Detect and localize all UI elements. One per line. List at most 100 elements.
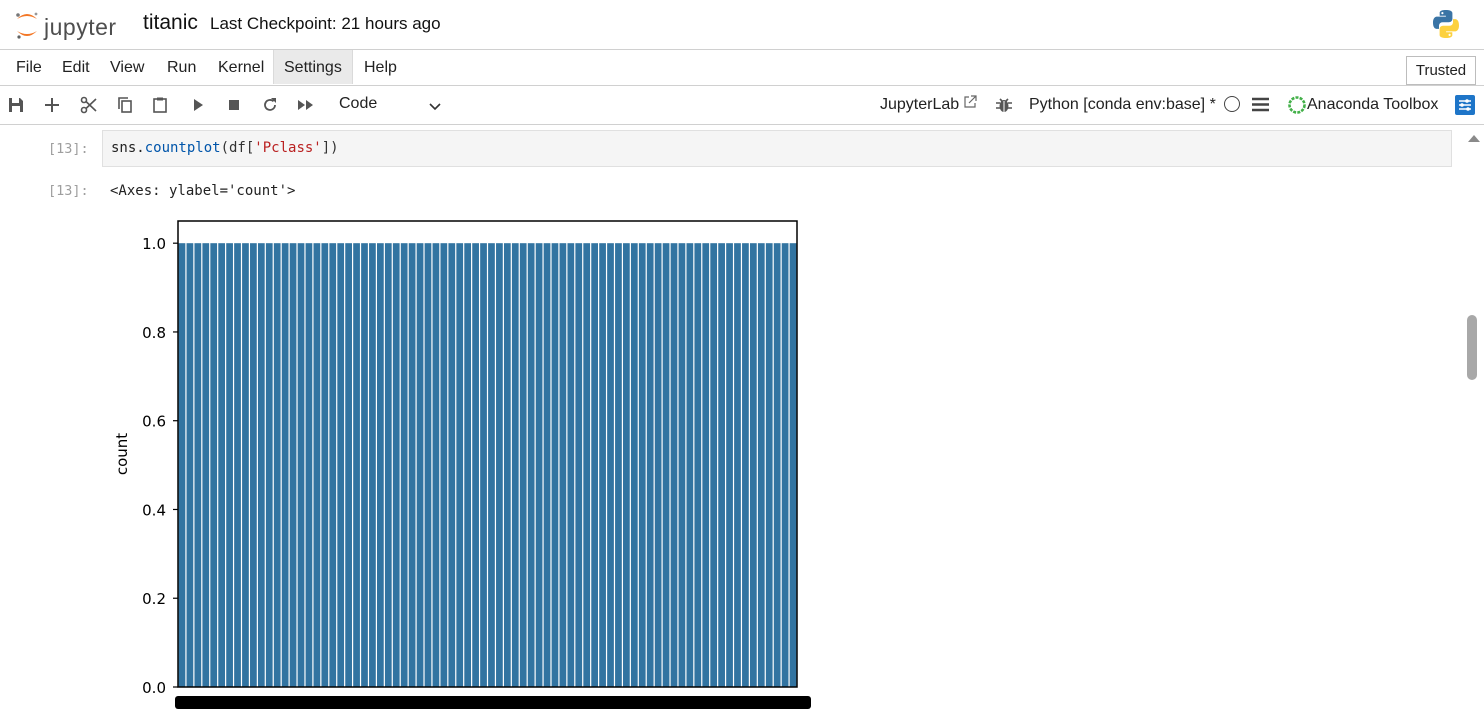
bar [765,243,773,687]
bar [734,243,741,687]
bar [321,243,329,687]
bar [305,243,313,687]
kernel-name[interactable]: Python [conda env:base] * [1029,96,1216,114]
bar [615,243,622,687]
fast-forward-icon [298,100,313,110]
bar [710,243,718,687]
cut-button[interactable] [76,92,102,118]
run-button[interactable] [185,92,211,118]
bar [726,243,733,687]
menu-kernel[interactable]: Kernel [208,50,274,84]
add-cell-icon [45,98,59,112]
notebook-scrollbar[interactable] [1464,125,1484,721]
code-cell-editor[interactable]: sns.countplot(df['Pclass']) [102,130,1452,167]
menu-settings[interactable]: Settings [273,50,353,84]
anaconda-toolbox-button[interactable]: Anaconda Toolbox [1307,96,1438,114]
scroll-up-arrow-icon[interactable] [1468,135,1480,142]
checkpoint-status: Last Checkpoint: 21 hours ago [210,14,441,33]
bar [488,243,495,687]
bar [630,243,638,687]
menu-help[interactable]: Help [354,50,407,84]
bar [757,243,765,687]
copy-button[interactable] [112,92,138,118]
bar [202,243,210,687]
bar [527,243,535,687]
bar [662,243,670,687]
bar [749,243,757,687]
y-axis-label: count [113,433,131,475]
bar [432,243,440,687]
x-tick-labels [175,696,811,709]
bar [718,243,725,687]
chevron-down-icon[interactable] [428,99,442,113]
bar [250,243,257,687]
y-tick-label: 1.0 [142,235,166,253]
y-tick-label: 0.6 [142,413,166,431]
stop-icon [229,100,239,110]
bar [242,243,249,687]
y-tick-label: 0.4 [142,501,166,519]
jupyter-logo[interactable]: jupyter [14,8,134,42]
bar [210,243,218,687]
stop-button[interactable] [221,92,247,118]
bar [337,243,345,687]
hamburger-menu-icon[interactable] [1252,97,1269,112]
bar [567,243,575,687]
kernel-status-idle-icon [1224,96,1240,112]
bar [456,243,464,687]
bar [583,243,591,687]
menu-edit[interactable]: Edit [52,50,100,84]
paste-button[interactable] [147,92,173,118]
code-module: sns. [111,140,145,156]
bar [424,243,432,687]
bar [186,243,194,687]
bar [257,243,265,687]
bar [599,243,606,687]
bar [686,243,694,687]
sliders-icon [1459,99,1471,111]
jupyter-logo-icon [16,12,38,39]
top-header: jupyter titanic Last Checkpoint: 21 hour… [0,0,1484,50]
code-string: 'Pclass' [254,140,322,156]
bar [392,243,400,687]
countplot-chart: 0.0 0.2 0.4 0.6 0.8 1.0 count [113,220,811,709]
menu-bar: File Edit View Run Kernel Settings Help [0,50,1484,86]
bar [519,243,527,687]
bar [226,243,233,687]
jupyterlab-link[interactable]: JupyterLab [880,96,959,114]
bar [377,243,384,687]
bar [384,243,392,687]
property-inspector-toggle[interactable] [1455,95,1475,115]
scroll-thumb[interactable] [1467,315,1477,380]
trusted-indicator[interactable]: Trusted [1406,56,1476,85]
notebook-toolbar: Code JupyterLab Python [conda env:base] … [0,86,1484,125]
cut-icon [80,96,97,114]
bar [511,243,519,687]
notebook-title[interactable]: titanic [143,11,198,35]
restart-button[interactable] [257,92,283,118]
bar [361,243,368,687]
run-all-button[interactable] [293,92,319,118]
bar [297,243,305,687]
y-tick-label: 0.2 [142,590,166,608]
debugger-bug-icon[interactable] [995,96,1013,114]
bar [194,243,202,687]
bar [623,243,630,687]
menu-file[interactable]: File [6,50,52,84]
save-button[interactable] [3,92,29,118]
add-cell-button[interactable] [39,92,65,118]
code-close: ]) [321,140,339,156]
bar [472,243,479,687]
bar [551,243,559,687]
cell-type-select[interactable]: Code [339,95,377,113]
bar [503,243,511,687]
bar-group [178,243,797,687]
bar [480,243,487,687]
bar [646,243,654,687]
menu-run[interactable]: Run [157,50,206,84]
menu-view[interactable]: View [100,50,154,84]
bar [702,243,710,687]
bar [638,243,646,687]
y-tick-label: 0.8 [142,324,166,342]
bar [773,243,781,687]
